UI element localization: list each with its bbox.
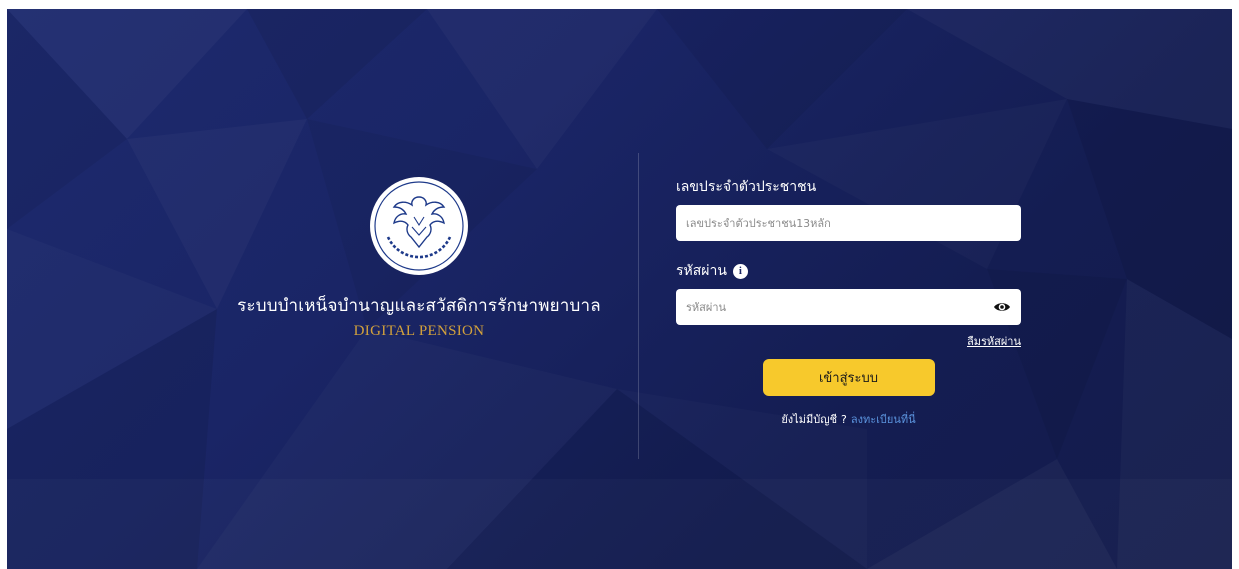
id-label: เลขประจำตัวประชาชน [676, 177, 1021, 197]
id-label-text: เลขประจำตัวประชาชน [676, 179, 817, 195]
no-account-text: ยังไม่มีบัญชี [781, 413, 838, 426]
eye-icon[interactable] [993, 299, 1011, 315]
register-link[interactable]: ลงทะเบียนที่นี่ [851, 413, 916, 426]
password-label-text: รหัสผ่าน [676, 263, 727, 279]
question-mark: ? [841, 413, 847, 426]
background-polygons [7, 9, 1232, 569]
password-label: รหัสผ่าน i [676, 261, 1021, 281]
forgot-password-link[interactable]: ลืมรหัสผ่าน [676, 332, 1021, 350]
password-field-wrapper [676, 289, 1021, 325]
login-page: ระบบบำเหน็จบำนาญและสวัสดิการรักษาพยาบาล … [7, 9, 1232, 569]
brand-block: ระบบบำเหน็จบำนาญและสวัสดิการรักษาพยาบาล … [219, 177, 619, 340]
system-name: ระบบบำเหน็จบำนาญและสวัสดิการรักษาพยาบาล [237, 296, 601, 316]
id-number-input[interactable] [676, 205, 1021, 241]
login-button[interactable]: เข้าสู่ระบบ [762, 359, 935, 396]
password-input[interactable] [676, 289, 1021, 325]
vertical-divider [638, 153, 639, 459]
register-line: ยังไม่มีบัญชี? ลงทะเบียนที่นี่ [676, 410, 1021, 428]
system-subtitle: DIGITAL PENSION [353, 323, 485, 339]
id-field-wrapper [676, 205, 1021, 241]
info-icon[interactable]: i [732, 263, 748, 279]
login-form: เลขประจำตัวประชาชน รหัสผ่าน i ลืมรหัสผ่า… [676, 177, 1021, 428]
emblem-logo [370, 177, 468, 275]
